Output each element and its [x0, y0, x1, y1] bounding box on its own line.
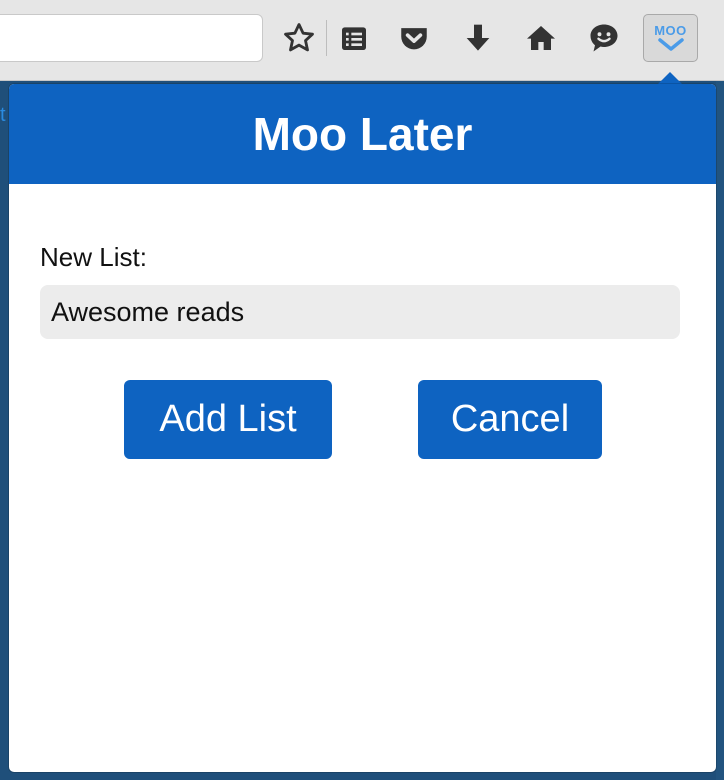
- background-page-link[interactable]: t: [0, 104, 6, 127]
- pocket-icon[interactable]: [394, 18, 434, 58]
- popup-header: Moo Later: [9, 84, 716, 184]
- popup-title: Moo Later: [252, 108, 473, 160]
- home-icon[interactable]: [521, 18, 561, 58]
- moo-button-label: MOO: [654, 22, 687, 38]
- reading-list-icon[interactable]: [334, 18, 374, 58]
- download-icon[interactable]: [458, 18, 498, 58]
- browser-toolbar: MOO: [0, 0, 724, 84]
- toolbar-separator: [326, 20, 327, 56]
- background-page-left: [0, 81, 9, 780]
- url-bar[interactable]: [0, 14, 263, 62]
- popup-arrow: [658, 72, 682, 84]
- cancel-button[interactable]: Cancel: [418, 380, 602, 459]
- chat-icon[interactable]: [584, 18, 624, 58]
- background-page-right: [716, 81, 724, 780]
- moo-later-extension-button[interactable]: MOO: [643, 14, 698, 62]
- new-list-label: New List:: [40, 242, 147, 272]
- chevron-down-icon: [657, 37, 684, 51]
- moo-later-popup: Moo Later New List: Add List Cancel: [9, 84, 716, 772]
- new-list-input[interactable]: [40, 285, 680, 339]
- add-list-button[interactable]: Add List: [124, 380, 332, 459]
- bookmark-star-icon[interactable]: [279, 18, 319, 58]
